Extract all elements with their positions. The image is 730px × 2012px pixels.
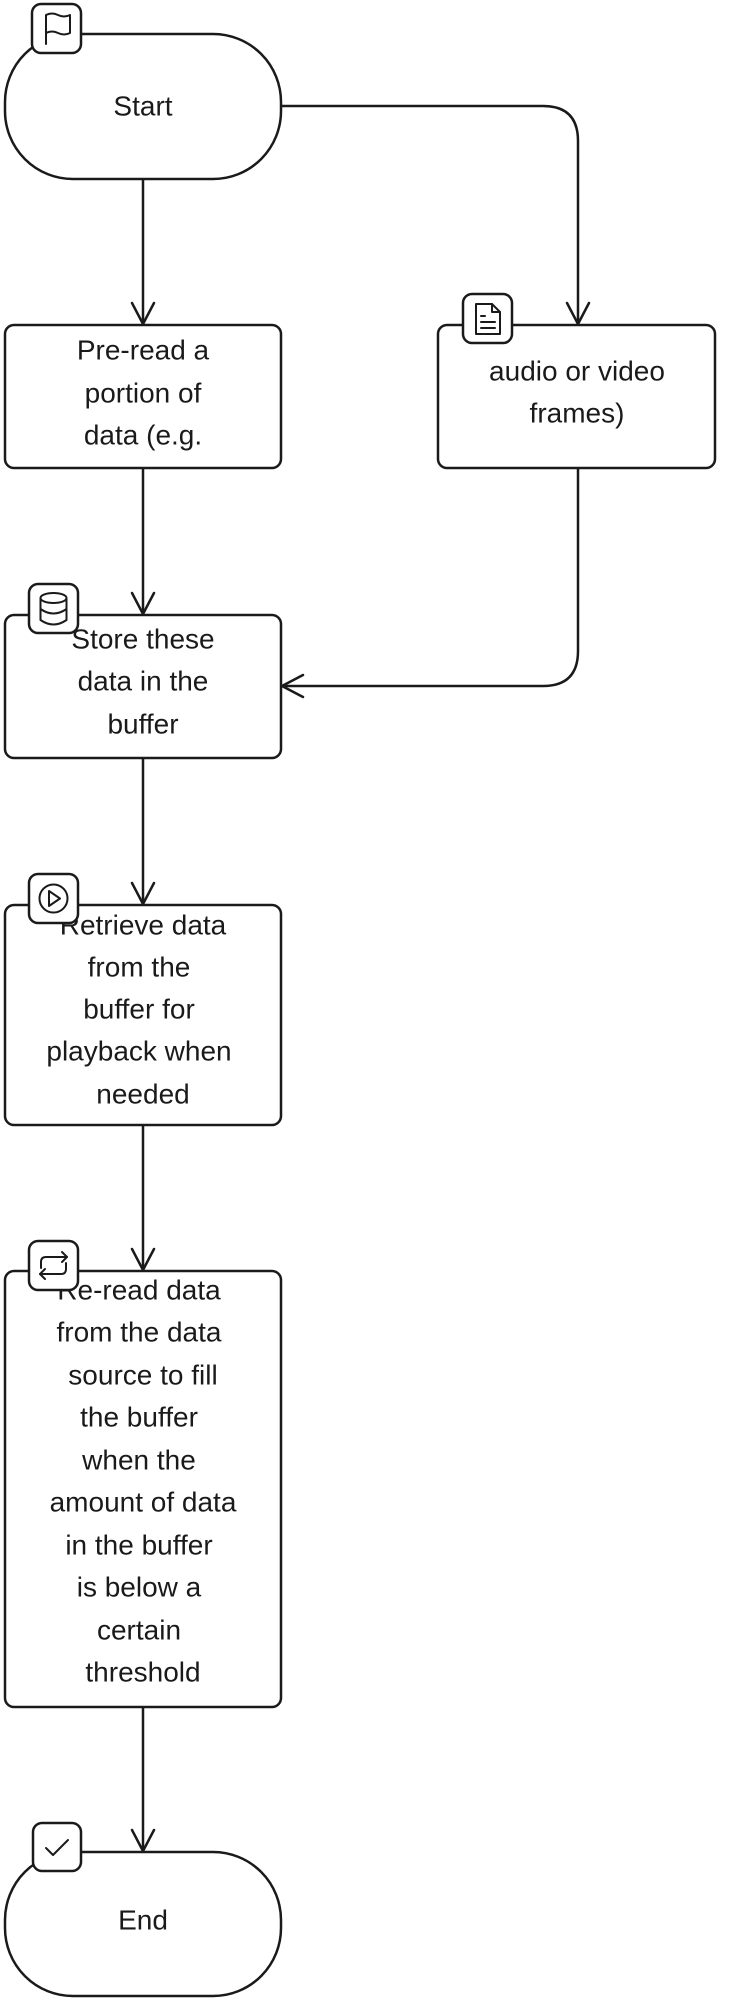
node-label-line: in the buffer bbox=[65, 1530, 212, 1561]
node-label-line: from the bbox=[88, 952, 191, 983]
node-label-line: source to fill bbox=[68, 1360, 217, 1391]
node-preread[interactable]: Pre-read a portion of data (e.g. bbox=[3, 323, 283, 470]
node-label-line: when the bbox=[81, 1445, 196, 1476]
node-label-line: from the data bbox=[57, 1317, 222, 1348]
node-label-line: frames) bbox=[530, 398, 625, 429]
play-icon bbox=[27, 872, 80, 925]
node-label-line: the buffer bbox=[80, 1402, 198, 1433]
node-label-line: needed bbox=[96, 1079, 189, 1110]
node-label-line: amount of data bbox=[50, 1487, 237, 1518]
edge-retrieve-to-reread bbox=[130, 1125, 156, 1272]
flowchart: Start Pre-read a portion of data (e.g. a… bbox=[3, 2, 717, 1998]
node-label-line: data in the bbox=[78, 666, 209, 697]
node-label-line: certain bbox=[97, 1615, 181, 1646]
database-icon bbox=[27, 582, 80, 635]
node-label-line: Pre-read a bbox=[77, 335, 210, 366]
node-label-line: Store these bbox=[71, 624, 214, 655]
edge-preread-to-store bbox=[130, 468, 156, 616]
check-icon bbox=[31, 1821, 83, 1873]
edge-reread-to-end bbox=[130, 1707, 156, 1853]
node-label: End bbox=[118, 1905, 168, 1936]
repeat-icon bbox=[27, 1239, 80, 1292]
node-label-line: audio or video bbox=[489, 356, 665, 387]
node-reread[interactable]: Re-read data from the data source to fil… bbox=[3, 1239, 283, 1709]
edge-start-to-preread bbox=[130, 179, 156, 326]
process-shape bbox=[436, 323, 717, 470]
node-label-line: is below a bbox=[77, 1572, 202, 1603]
node-label-line: Re-read data bbox=[57, 1275, 221, 1306]
node-label-line: buffer for bbox=[83, 994, 195, 1025]
node-label: Start bbox=[113, 91, 172, 122]
node-label-line: Retrieve data bbox=[60, 910, 227, 941]
node-start[interactable]: Start bbox=[3, 2, 283, 181]
node-label-line: threshold bbox=[85, 1657, 200, 1688]
edge-audio-to-store bbox=[280, 468, 580, 699]
flag-icon bbox=[30, 2, 83, 55]
document-icon bbox=[461, 292, 514, 345]
node-retrieve[interactable]: Retrieve data from the buffer for playba… bbox=[3, 872, 283, 1127]
node-label-line: data (e.g. bbox=[84, 420, 202, 451]
edge-store-to-retrieve bbox=[130, 758, 156, 906]
node-label-line: portion of bbox=[85, 378, 202, 409]
edge-start-to-audio bbox=[281, 104, 591, 326]
node-label-line: buffer bbox=[107, 709, 178, 740]
node-label-line: playback when bbox=[46, 1036, 231, 1067]
